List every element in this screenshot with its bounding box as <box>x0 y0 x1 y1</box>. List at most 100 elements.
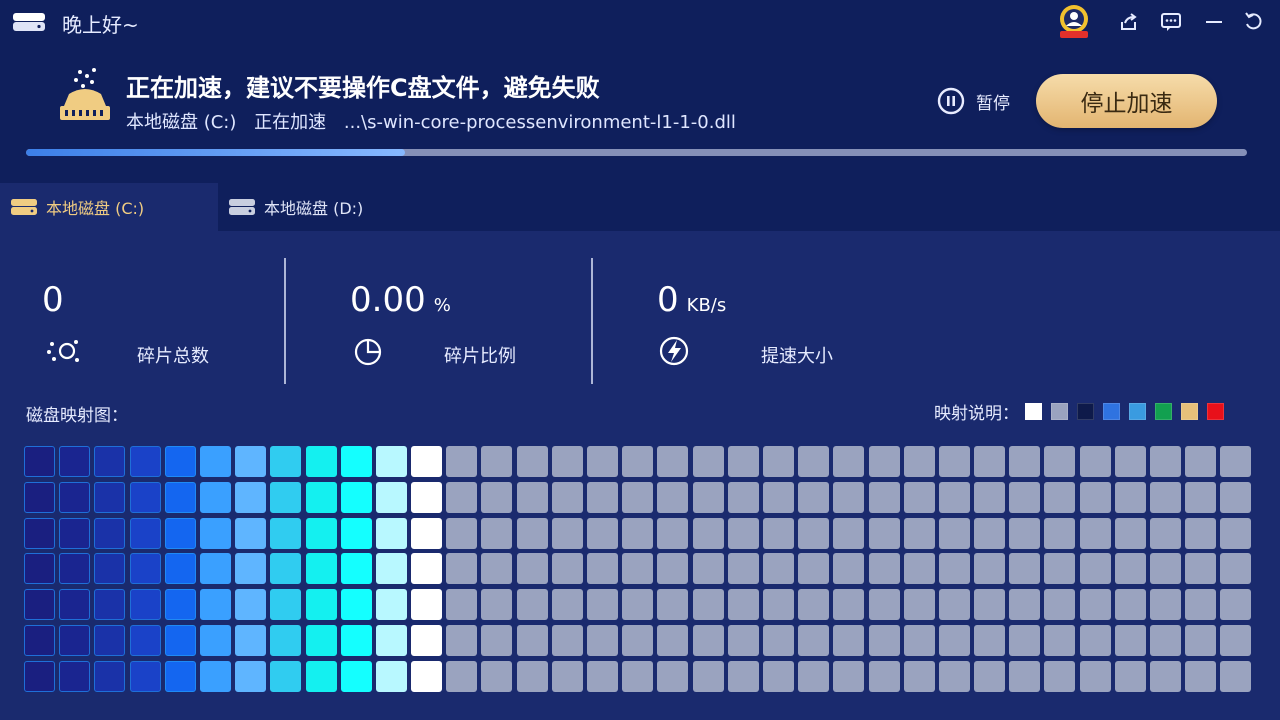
disk-block <box>868 446 900 477</box>
disk-block <box>481 660 513 692</box>
disk-block <box>481 517 513 549</box>
feedback-icon[interactable] <box>1157 8 1185 36</box>
disk-block <box>411 481 443 513</box>
disk-block <box>340 553 372 585</box>
disk-block <box>270 517 302 549</box>
tab-disk-c[interactable]: 本地磁盘 (C:) <box>0 183 218 231</box>
disk-block <box>1185 660 1217 692</box>
pause-icon <box>937 87 965 115</box>
disk-block <box>868 589 900 621</box>
disk-block <box>903 481 935 513</box>
progress-bar <box>26 149 1247 156</box>
disk-block <box>727 660 759 692</box>
disk-block <box>270 446 302 477</box>
disk-block <box>164 624 196 656</box>
disk-block <box>199 517 231 549</box>
disk-block <box>798 481 830 513</box>
disk-block <box>1150 446 1181 477</box>
disk-block <box>1044 481 1076 513</box>
disk-block <box>94 624 126 656</box>
disk-block <box>657 446 689 477</box>
disk-block <box>903 660 935 692</box>
disk-block <box>59 624 91 656</box>
disk-block <box>622 624 654 656</box>
tab-disk-d[interactable]: 本地磁盘 (D:) <box>218 183 436 231</box>
disk-tabs: 本地磁盘 (C:) 本地磁盘 (D:) <box>0 183 1280 231</box>
disk-block <box>903 517 935 549</box>
disk-block <box>516 553 548 585</box>
disk-block <box>340 481 372 513</box>
disk-block <box>974 660 1006 692</box>
disk-block <box>587 624 618 656</box>
lightning-icon <box>659 336 689 366</box>
stat-label: 碎片比例 <box>444 346 516 367</box>
disk-block <box>340 624 372 656</box>
disk-block <box>1009 589 1041 621</box>
disk-block <box>1079 553 1111 585</box>
legend-swatch <box>1025 402 1042 420</box>
disk-block <box>270 481 302 513</box>
disk-block <box>657 553 689 585</box>
disk-block <box>833 517 865 549</box>
disk-block <box>446 481 478 513</box>
disk-block <box>1185 624 1217 656</box>
stop-acceleration-button[interactable]: 停止加速 <box>1036 74 1217 128</box>
stat-label: 提速大小 <box>761 346 833 367</box>
disk-block <box>94 553 126 585</box>
disk-block <box>833 446 865 477</box>
legend-swatch <box>1129 402 1146 420</box>
disk-block <box>59 517 91 549</box>
disk-block <box>1009 553 1041 585</box>
disk-block <box>551 553 583 585</box>
disk-block <box>446 589 478 621</box>
disk-block <box>833 553 865 585</box>
disk-block <box>692 553 724 585</box>
stat-value: 0 <box>42 280 64 320</box>
disk-block <box>798 589 830 621</box>
disk-block <box>59 589 91 621</box>
disk-block <box>94 660 126 692</box>
disk-block <box>446 517 478 549</box>
pause-button[interactable]: 暂停 <box>936 86 1010 116</box>
legend-swatch <box>1077 402 1094 420</box>
current-file: ...\s-win-core-processenvironment-l1-1-0… <box>343 112 736 133</box>
disk-block <box>1009 624 1041 656</box>
disk-block <box>657 589 689 621</box>
share-icon[interactable] <box>1115 8 1143 36</box>
tab-label: 本地磁盘 (C:) <box>46 199 145 218</box>
disk-block <box>375 446 407 477</box>
disk-block <box>1150 660 1181 692</box>
disk-block <box>622 517 654 549</box>
disk-block <box>1079 624 1111 656</box>
back-icon[interactable] <box>1240 8 1268 36</box>
disk-block <box>657 624 689 656</box>
disk-block <box>692 446 724 477</box>
disk-block <box>235 553 267 585</box>
disk-block <box>868 660 900 692</box>
disk-block <box>974 517 1006 549</box>
disk-block <box>1114 517 1146 549</box>
disk-block <box>692 589 724 621</box>
disk-block <box>903 553 935 585</box>
disk-block <box>1114 481 1146 513</box>
disk-block <box>868 624 900 656</box>
disk-block <box>1009 660 1041 692</box>
legend-swatch <box>1051 402 1068 420</box>
disk-block <box>411 446 443 477</box>
disk-block <box>762 481 794 513</box>
disk-block <box>1114 553 1146 585</box>
disk-block <box>551 481 583 513</box>
cleaning-disk-icon <box>60 68 110 120</box>
disk-block <box>1009 446 1041 477</box>
disk-block <box>587 481 618 513</box>
vip-badge-icon[interactable] <box>1054 2 1094 42</box>
disk-block <box>551 446 583 477</box>
title-bar: 晚上好~ <box>0 0 1280 44</box>
disk-block <box>516 446 548 477</box>
stat-value: 0 KB/s <box>657 280 727 320</box>
minimize-icon[interactable] <box>1200 8 1228 36</box>
disk-block <box>375 517 407 549</box>
disk-block <box>1044 553 1076 585</box>
disk-block <box>1150 517 1181 549</box>
disk-block <box>375 660 407 692</box>
